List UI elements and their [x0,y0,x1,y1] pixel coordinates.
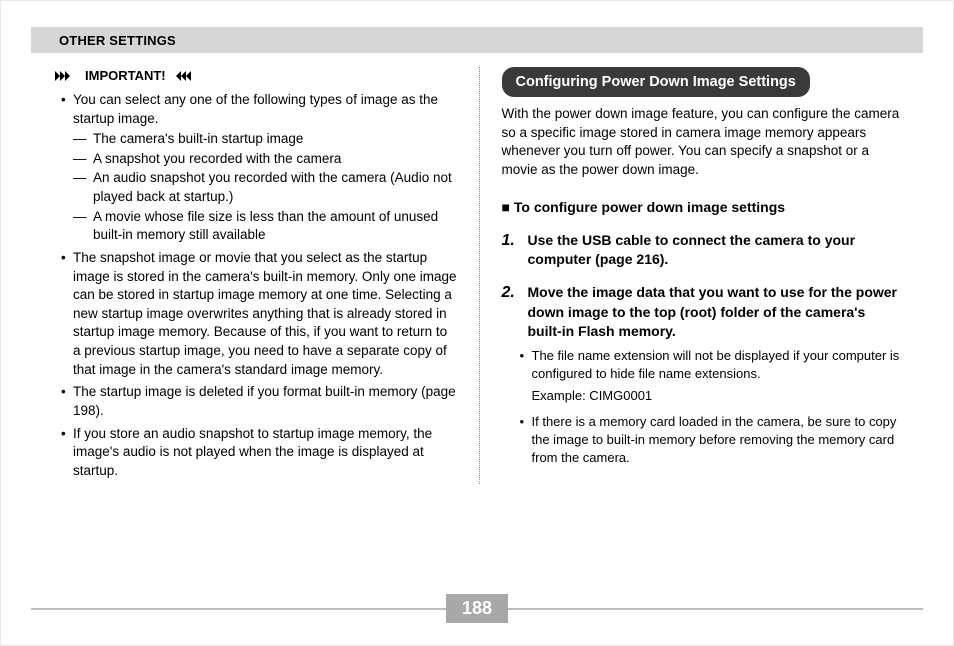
important-heading: IMPORTANT! [55,67,457,85]
page-footer: 188 [31,594,923,623]
subsection-title: To configure power down image settings [514,199,785,215]
bullet-item: If you store an audio snapshot to startu… [73,425,457,481]
subsection-heading: ■ To configure power down image settings [502,198,904,217]
dash-list: The camera's built-in startup image A sn… [73,130,457,245]
step-text: Use the USB cable to connect the camera … [528,231,904,270]
sub-bullet-item: The file name extension will not be disp… [532,347,904,405]
sub-bullet-text: The file name extension will not be disp… [532,348,900,381]
sub-bullet-item: If there is a memory card loaded in the … [532,413,904,467]
example-text: Example: CIMG0001 [532,387,904,405]
left-column: IMPORTANT! You can select any one of the… [31,67,480,484]
step-text: Move the image data that you want to use… [528,283,904,341]
section-title-pill: Configuring Power Down Image Settings [502,67,810,97]
footer-rule-right [508,608,923,610]
section-header: OTHER SETTINGS [31,27,923,53]
bullet-item: You can select any one of the following … [73,91,457,245]
fast-rewind-icon [174,71,196,81]
page-number: 188 [446,594,508,623]
square-bullet-icon: ■ [502,199,510,215]
step-2: 2. Move the image data that you want to … [502,283,904,341]
bullet-text: You can select any one of the following … [73,92,438,126]
dash-item: An audio snapshot you recorded with the … [93,169,457,206]
important-bullet-list: You can select any one of the following … [55,91,457,481]
step-number: 1. [502,231,520,270]
step-number: 2. [502,283,520,341]
step-1: 1. Use the USB cable to connect the came… [502,231,904,270]
dash-item: The camera's built-in startup image [93,130,457,149]
fast-forward-icon [55,71,77,81]
manual-page: OTHER SETTINGS IMPORTANT! [0,0,954,646]
bullet-item: The startup image is deleted if you form… [73,383,457,420]
footer-rule-left [31,608,446,610]
section-header-text: OTHER SETTINGS [59,33,176,48]
section-intro: With the power down image feature, you c… [502,105,904,180]
dash-item: A movie whose file size is less than the… [93,208,457,245]
dash-item: A snapshot you recorded with the camera [93,150,457,169]
right-column: Configuring Power Down Image Settings Wi… [480,67,924,484]
step-sub-bullets: The file name extension will not be disp… [502,347,904,467]
content-columns: IMPORTANT! You can select any one of the… [31,67,923,484]
important-label: IMPORTANT! [85,67,166,85]
bullet-item: The snapshot image or movie that you sel… [73,249,457,379]
section-title-text: Configuring Power Down Image Settings [516,74,796,90]
